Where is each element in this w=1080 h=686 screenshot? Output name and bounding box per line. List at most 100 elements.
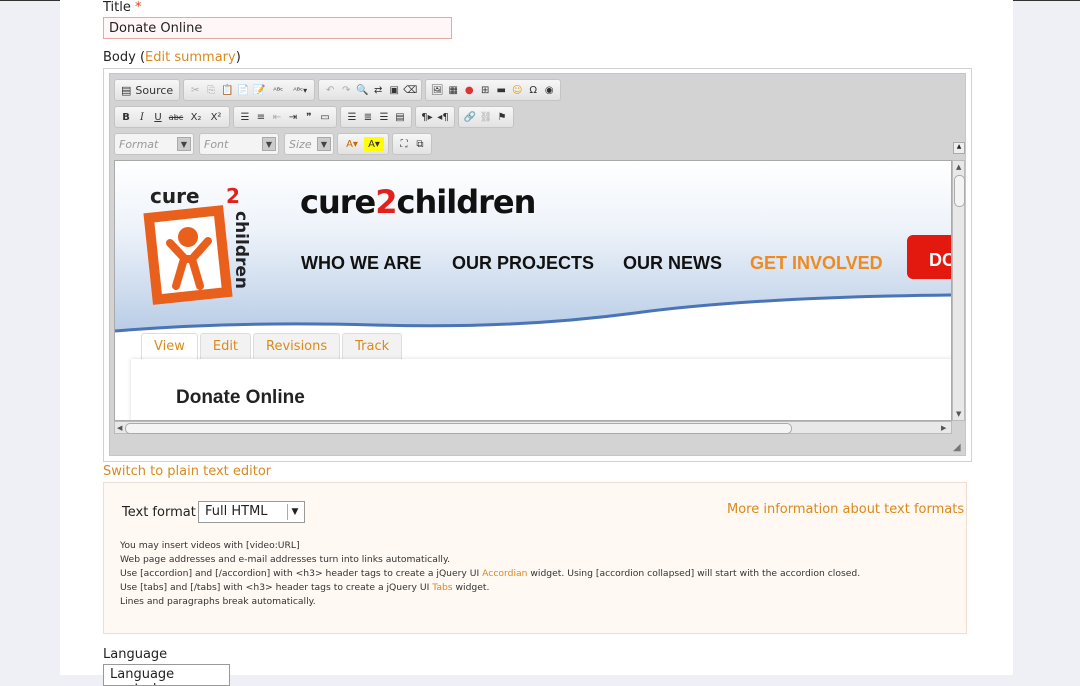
collapse-toolbar-icon[interactable]: ▲ [953,142,965,154]
source-button[interactable]: ▤ Source [119,84,175,97]
scroll-down-icon[interactable]: ▼ [956,410,961,418]
tab-track[interactable]: Track [342,333,403,360]
table-icon[interactable]: ⊞ [478,83,492,97]
align-left-icon[interactable]: ☰ [345,110,359,124]
subscript-button[interactable]: X₂ [187,110,205,124]
div-icon[interactable]: ▭ [318,110,332,124]
iframe-icon[interactable]: ◉ [542,83,556,97]
title-label-text: Title [103,0,131,15]
strike-button[interactable]: abc [167,110,185,124]
redo-icon[interactable]: ↷ [339,83,353,97]
scroll-right-icon[interactable]: ▶ [941,424,946,432]
edit-summary-link[interactable]: Edit summary [145,50,236,65]
size-combo[interactable]: Size ▼ [284,133,334,155]
color-group: A▾ A▾ [337,133,389,155]
rtl-icon[interactable]: ◂¶ [436,110,450,124]
chevron-down-icon: ▼ [177,137,191,151]
font-combo[interactable]: Font ▼ [199,133,279,155]
special-char-icon[interactable]: Ω [526,83,540,97]
switch-editor-link[interactable]: Switch to plain text editor [103,464,271,479]
paste-text-icon[interactable]: 📄 [236,83,250,97]
media-icon[interactable]: ▦ [446,83,460,97]
vertical-scrollbar[interactable]: ▲ ▼ [952,160,965,421]
scroll-up-icon[interactable]: ▲ [956,163,961,171]
tab-edit[interactable]: Edit [199,333,252,360]
italic-button[interactable]: I [135,110,149,124]
text-format-select[interactable]: Full HTML ▼ [198,501,305,523]
align-justify-icon[interactable]: ▤ [393,110,407,124]
toolbar-row-3: Format ▼ Font ▼ Size ▼ A▾ A▾ ⛶ ⧉ [114,133,432,155]
wysiwyg-editor: ▤ Source ✂ ⎘ 📋 📄 📝 ᴬᴮᶜ ᴬᴮᶜ▾ ↶ ↷ 🔍 ⇄ ▣ ⌫ [103,68,972,462]
vertical-scroll-thumb[interactable] [954,175,965,207]
tip-accordion: Use [accordion] and [/accordion] with <h… [120,567,860,581]
blockquote-icon[interactable]: ❞ [302,110,316,124]
tools-group: ⛶ ⧉ [392,133,432,155]
horizontal-rule-icon[interactable]: ▬ [494,83,508,97]
anchor-icon[interactable]: ⚑ [495,110,509,124]
cut-icon[interactable]: ✂ [188,83,202,97]
underline-button[interactable]: U [151,110,165,124]
paste-word-icon[interactable]: 📝 [252,83,266,97]
scroll-left-icon[interactable]: ◀ [117,424,122,432]
nav-our-news[interactable]: OUR NEWS [623,253,722,274]
text-color-icon[interactable]: A▾ [342,137,362,151]
horizontal-scroll-thumb[interactable] [125,423,792,434]
copy-icon[interactable]: ⎘ [204,83,218,97]
outdent-icon[interactable]: ⇤ [270,110,284,124]
replace-icon[interactable]: ⇄ [371,83,385,97]
select-all-icon[interactable]: ▣ [387,83,401,97]
paste-icon[interactable]: 📋 [220,83,234,97]
tip-linebreaks: Lines and paragraphs break automatically… [120,596,316,607]
body-label-text: Body [103,50,136,65]
format-combo[interactable]: Format ▼ [114,133,194,155]
maximize-icon[interactable]: ⛶ [397,137,411,151]
donate-button[interactable]: DO [907,235,951,279]
editor-content[interactable]: cure 2 children cure2children WHO WE ARE… [114,160,952,421]
unlink-icon[interactable]: ⛓ [479,110,493,124]
horizontal-scrollbar[interactable]: ◀ ▶ [114,421,952,434]
more-info-link[interactable]: More information about text formats [727,502,964,517]
language-label: Language [103,647,168,662]
remove-format-icon[interactable]: ⌫ [403,83,417,97]
source-icon: ▤ [121,83,132,97]
insert-group: 🖼 ▦ ● ⊞ ▬ ☺ Ω ◉ [425,79,562,101]
body-label: Body (Edit summary) [103,50,241,65]
bold-button[interactable]: B [119,110,133,124]
brand-number: 2 [375,183,397,221]
indent-icon[interactable]: ⇥ [286,110,300,124]
bg-color-icon[interactable]: A▾ [364,137,384,151]
history-group: ↶ ↷ 🔍 ⇄ ▣ ⌫ [318,79,423,101]
scayt-icon[interactable]: ᴬᴮᶜ▾ [290,83,310,97]
smiley-icon[interactable]: ☺ [510,83,524,97]
align-right-icon[interactable]: ☰ [377,110,391,124]
tabs-link[interactable]: Tabs [432,582,452,593]
nav-get-involved[interactable]: GET INVOLVED [750,253,883,274]
title-input[interactable]: Donate Online [103,17,452,39]
tip-video: You may insert videos with [video:URL] [120,540,300,551]
basic-style-group: B I U abc X₂ X² [114,106,230,128]
accordion-link[interactable]: Accordian [482,568,527,579]
find-icon[interactable]: 🔍 [355,83,369,97]
resize-grip-icon[interactable]: ◢ [953,442,961,453]
ltr-icon[interactable]: ¶▸ [420,110,434,124]
numbered-list-icon[interactable]: ☰ [238,110,252,124]
tip-tabs-pre: Use [tabs] and [/tabs] with <h3> header … [120,582,433,593]
show-blocks-icon[interactable]: ⧉ [413,137,427,151]
clipboard-group: ✂ ⎘ 📋 📄 📝 ᴬᴮᶜ ᴬᴮᶜ▾ [183,79,316,101]
undo-icon[interactable]: ↶ [323,83,337,97]
superscript-button[interactable]: X² [207,110,225,124]
source-group: ▤ Source [114,79,181,101]
image-icon[interactable]: 🖼 [430,83,444,97]
nav-our-projects[interactable]: OUR PROJECTS [452,253,594,274]
chevron-down-icon: ▼ [317,137,331,151]
spellcheck-icon[interactable]: ᴬᴮᶜ [268,83,288,97]
bullet-list-icon[interactable]: ≡ [254,110,268,124]
link-icon[interactable]: 🔗 [463,110,477,124]
tab-revisions[interactable]: Revisions [253,333,341,360]
flash-icon[interactable]: ● [462,83,476,97]
language-select[interactable]: Language neutral [103,664,230,686]
nav-who-we-are[interactable]: WHO WE ARE [301,253,421,274]
text-format-box: Text format Full HTML ▼ More information… [103,482,967,634]
tab-view[interactable]: View [141,333,198,360]
align-center-icon[interactable]: ≣ [361,110,375,124]
